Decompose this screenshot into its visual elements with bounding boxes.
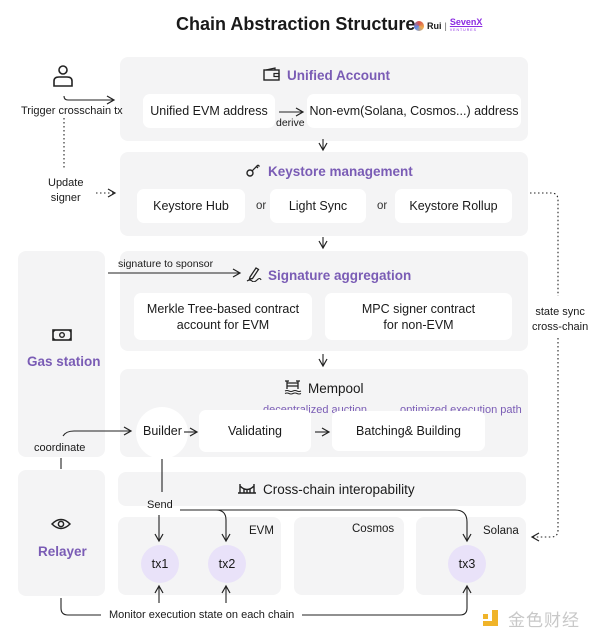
connector-lines — [60, 95, 559, 616]
state-sync-dotted-arrow — [530, 338, 559, 542]
trigger-arrow — [63, 95, 116, 105]
monitor-line-left — [60, 598, 101, 616]
send-to-tx2-arrow — [180, 509, 231, 543]
send-to-tx3-arrow — [216, 509, 472, 543]
monitor-to-tx3-arrow — [302, 584, 472, 616]
coordinate-arrow — [62, 426, 133, 437]
state-sync-dotted-line — [530, 192, 559, 296]
